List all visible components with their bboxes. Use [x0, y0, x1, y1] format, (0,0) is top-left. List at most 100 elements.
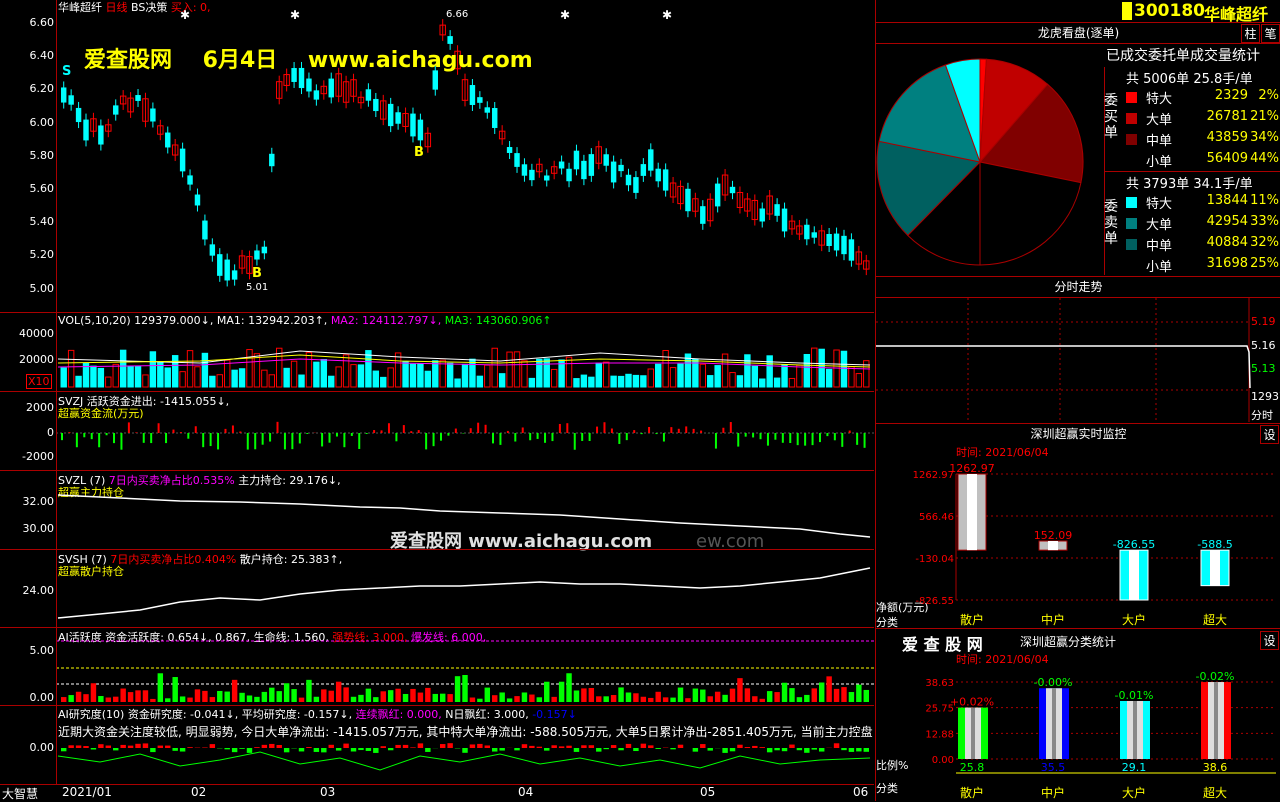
vol-bar — [678, 364, 683, 387]
flow-bar — [589, 433, 591, 441]
research-bar — [522, 744, 527, 748]
stats-category: 散户 — [960, 785, 984, 800]
activity-bar — [648, 698, 653, 702]
vol-bar — [336, 367, 341, 387]
flow-bar — [247, 433, 249, 450]
research-bar — [172, 748, 177, 751]
vol-bar — [782, 365, 787, 387]
legend-swatch — [1126, 134, 1137, 145]
vol-bar — [314, 362, 319, 387]
flow-bar — [106, 433, 108, 435]
legend-value: 40884 — [1207, 235, 1248, 250]
flow-bar — [730, 422, 732, 433]
research-bar — [269, 744, 274, 748]
vol-bar — [425, 371, 430, 387]
vol-bar — [499, 374, 504, 387]
bar-button[interactable]: 柱 — [1241, 24, 1260, 43]
flow-bar — [180, 432, 182, 433]
activity-bar — [462, 675, 467, 702]
ai-research-pane[interactable]: AI研究度(10) 资金研究度: -0.041↓, 平均研究度: -0.157↓… — [0, 705, 874, 785]
svsh-pane[interactable]: SVSH (7) 7日内买卖净占比0.404% 散户持仓: 25.383↑, 超… — [0, 549, 874, 628]
research-bar — [254, 747, 259, 748]
legend-value: 56409 — [1207, 151, 1248, 166]
pen-button[interactable]: 笔 — [1261, 24, 1280, 43]
research-bar — [165, 746, 170, 748]
vol-bar — [804, 354, 809, 387]
legend-swatch — [1126, 155, 1137, 166]
candle — [150, 109, 155, 122]
vol-bar — [143, 375, 148, 387]
low-price: 5.01 — [246, 282, 268, 293]
star-icon: ✱ — [180, 8, 190, 22]
research-bar — [722, 748, 727, 753]
longhu-subtitle: 已成交委托单成交量统计 — [1106, 45, 1280, 65]
research-bar — [277, 745, 282, 748]
star-icon: ✱ — [290, 8, 300, 22]
stats-axis-label: 38.63 — [925, 678, 954, 689]
research-bar — [135, 744, 140, 748]
activity-bar — [574, 690, 579, 702]
candle — [812, 232, 817, 237]
candle — [730, 187, 735, 193]
research-bar — [730, 748, 735, 751]
flow-bar — [566, 423, 568, 433]
flow-bar — [752, 433, 754, 437]
vol-bar — [366, 351, 371, 387]
activity-bar — [410, 689, 415, 702]
flow-bar — [217, 433, 219, 449]
kline-pane[interactable]: 华峰超纤 日线 BS决策 买入: 0, 6.606.406.206.005.80… — [0, 0, 874, 312]
flow-bar — [120, 433, 122, 450]
svzj-pane[interactable]: SVZJ 活跃资金进出: -1415.055↓, 超赢资金流(万元) 2000 … — [0, 391, 874, 470]
candle — [611, 162, 616, 183]
vol-bar — [841, 351, 846, 387]
activity-bar — [804, 695, 809, 702]
research-bar — [403, 745, 408, 748]
candle — [589, 154, 594, 176]
vol-bar — [603, 362, 608, 387]
candle — [269, 154, 274, 166]
date-tick: 03 — [320, 785, 335, 799]
legend-value: 13844 — [1207, 193, 1248, 208]
activity-bar — [522, 692, 527, 702]
activity-bar — [730, 689, 735, 702]
vol-bar — [774, 378, 779, 387]
activity-bar — [856, 685, 861, 702]
vol-bar — [715, 366, 720, 387]
candle — [187, 175, 192, 184]
candle — [195, 195, 200, 206]
vol-bar — [128, 366, 133, 387]
research-bar — [529, 746, 534, 748]
longhu-panel: 龙虎看盘(逐单) 柱 笔 已成交委托单成交量统计 委买单 委卖单 共 5006单… — [875, 22, 1280, 276]
research-bar — [425, 748, 430, 752]
vol-bar — [596, 363, 601, 387]
svzl-pane[interactable]: SVZL (7) 7日内买卖净占比0.535% 主力持仓: 29.176↓, 超… — [0, 470, 874, 549]
activity-bar — [247, 695, 252, 702]
activity-bar — [477, 699, 482, 702]
activity-bar — [499, 692, 504, 702]
flow-bar — [767, 433, 769, 446]
activity-bar — [618, 687, 623, 702]
b-mark: B — [252, 266, 262, 281]
flow-bar — [202, 433, 204, 447]
vol-bar — [700, 364, 705, 387]
star-icon: ✱ — [560, 8, 570, 22]
ai-activity-pane[interactable]: AI活跃度 资金活跃度: 0.654↓, 0.867, 生命线: 1.560, … — [0, 627, 874, 706]
candle — [410, 114, 415, 137]
flow-bar — [477, 423, 479, 433]
stats-category: 超大 — [1203, 785, 1227, 800]
activity-bar — [834, 689, 839, 702]
legend-label: 中单 — [1146, 130, 1172, 149]
vol-pane[interactable]: VOL(5,10,20) 129379.000↓, MA1: 132942.20… — [0, 312, 874, 391]
vol-bar — [217, 375, 222, 387]
date-tick: 02 — [191, 785, 206, 799]
activity-bar — [180, 696, 185, 702]
research-bar — [782, 748, 787, 751]
research-bar — [760, 747, 765, 748]
sell-total: 共 3793单 34.1手/单 — [1126, 173, 1253, 192]
activity-bar — [633, 693, 638, 702]
flow-bar — [299, 433, 301, 443]
activity-bar — [507, 698, 512, 702]
fenshi-panel[interactable]: 分时走势 5.19 5.16 5.13 12937 分时 — [875, 276, 1280, 423]
flow-bar — [373, 430, 375, 433]
research-bar — [239, 748, 244, 749]
